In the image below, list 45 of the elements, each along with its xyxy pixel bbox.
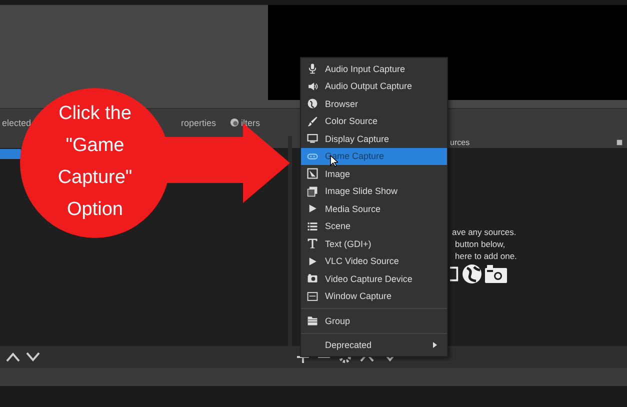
menu-item[interactable]: Display Capture: [301, 130, 447, 148]
menu-item[interactable]: Deprecated: [301, 336, 447, 354]
menu-item[interactable]: Audio Input Capture: [301, 60, 447, 78]
submenu-arrow-icon: [433, 342, 437, 348]
menu-item[interactable]: Video Capture Device: [301, 270, 447, 288]
empty-hint: button below,: [455, 238, 506, 250]
undock-icon[interactable]: [616, 138, 623, 146]
globe-icon: [307, 98, 318, 110]
empty-hint: here to add one.: [455, 250, 517, 262]
camera-icon: [485, 265, 507, 283]
image-icon: [307, 168, 318, 180]
menu-item[interactable]: Browser: [301, 95, 447, 112]
properties-tab[interactable]: roperties: [181, 118, 216, 128]
empty-hint: ave any sources.: [452, 226, 516, 238]
monitor-icon: [450, 265, 459, 283]
brush-icon: [307, 116, 318, 127]
play-icon: [307, 203, 318, 214]
menu-item[interactable]: Image: [301, 165, 447, 182]
menu-item[interactable]: Image Slide Show: [301, 182, 447, 200]
menu-item[interactable]: Color Source: [301, 112, 447, 130]
speaker-icon: [307, 80, 318, 92]
folder-icon: [307, 315, 318, 326]
move-down-icon[interactable]: [26, 352, 40, 362]
text-tool-icon: [307, 238, 318, 250]
window-icon: [307, 290, 318, 302]
camera-icon: [307, 273, 318, 284]
callout-text: Click the "Game Capture" Option: [56, 102, 134, 222]
selection-label: elected: [2, 118, 32, 128]
menu-item[interactable]: Window Capture: [301, 288, 447, 305]
menu-item[interactable]: Scene: [301, 218, 447, 235]
globe-icon: [462, 264, 482, 284]
sources-title: urces: [450, 138, 470, 146]
slideshow-icon: [307, 186, 318, 197]
list-icon: [307, 220, 318, 232]
menu-item[interactable]: Media Source: [301, 200, 447, 218]
filter-icon: [230, 118, 240, 127]
menu-item[interactable]: Audio Output Capture: [301, 78, 447, 95]
menu-item[interactable]: Group: [301, 312, 447, 330]
menu-item[interactable]: Text (GDI+): [301, 235, 447, 252]
monitor-icon: [307, 133, 318, 144]
filters-tab[interactable]: ilters: [241, 118, 260, 128]
play-icon: [307, 256, 318, 267]
microphone-icon: [307, 63, 318, 74]
gamepad-icon: [307, 150, 318, 162]
menu-item[interactable]: VLC Video Source: [301, 252, 447, 270]
